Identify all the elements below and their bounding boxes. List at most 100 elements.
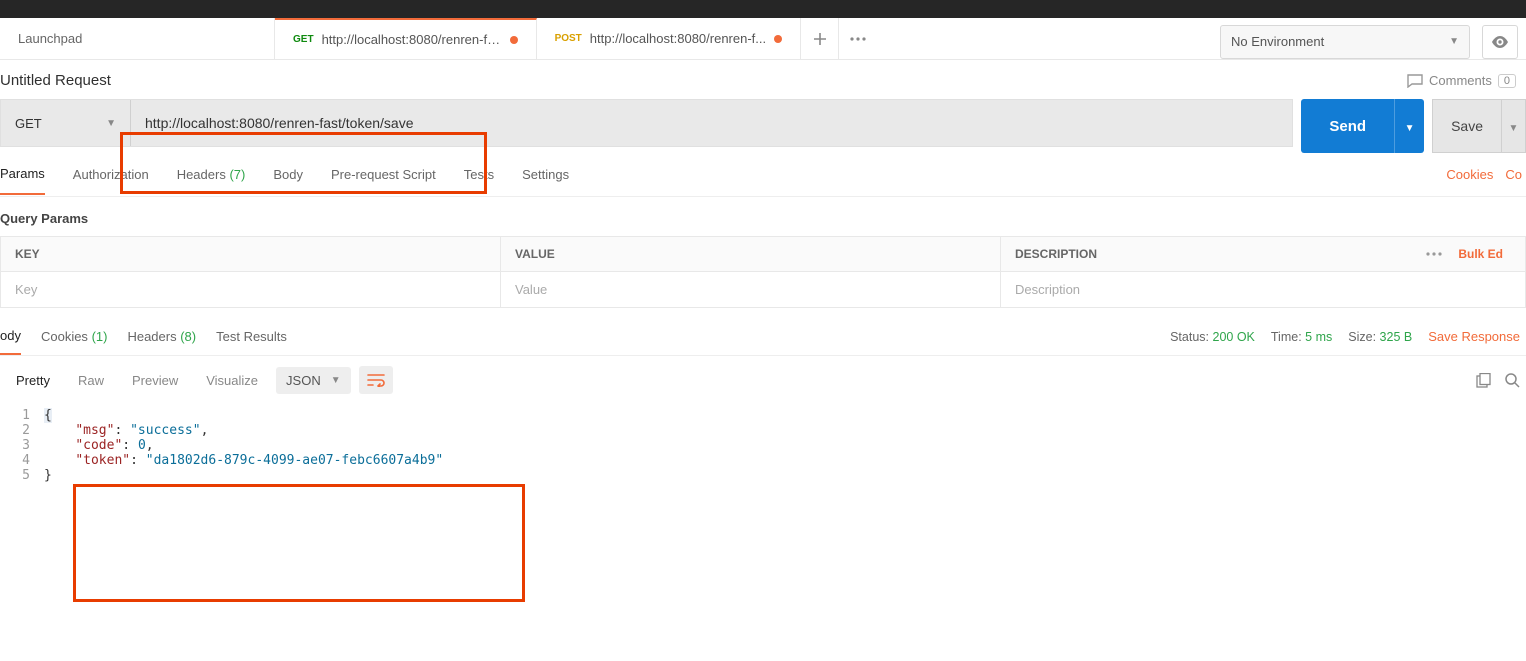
col-value-header: VALUE xyxy=(501,237,1001,271)
search-icon[interactable] xyxy=(1505,373,1520,388)
cookies-count: (1) xyxy=(92,329,108,344)
lineno: 1 xyxy=(0,408,44,423)
tab-headers[interactable]: Headers (7) xyxy=(177,155,246,194)
headers-count: (7) xyxy=(229,167,245,182)
tab-method: GET xyxy=(293,34,314,45)
col-key-header: KEY xyxy=(1,237,501,271)
request-tabs: Params Authorization Headers (7) Body Pr… xyxy=(0,153,1526,197)
param-value-input[interactable] xyxy=(501,272,1000,307)
tab-prerequest[interactable]: Pre-request Script xyxy=(331,155,436,194)
viewer-raw[interactable]: Raw xyxy=(68,368,114,393)
code-line: 3 "code": 0, xyxy=(0,438,1526,453)
viewer-pretty[interactable]: Pretty xyxy=(6,368,60,393)
tab-tests[interactable]: Tests xyxy=(464,155,494,194)
tab-label: Headers xyxy=(177,167,226,182)
comments-label: Comments xyxy=(1429,73,1492,88)
environment-select[interactable]: No Environment ▼ xyxy=(1220,25,1470,59)
request-title[interactable]: Untitled Request xyxy=(0,72,111,89)
environment-bar: No Environment ▼ xyxy=(1220,18,1526,59)
tab-overflow-button[interactable] xyxy=(839,18,877,59)
viewer-right-actions xyxy=(1476,373,1520,388)
param-key-input[interactable] xyxy=(1,272,500,307)
viewer-preview[interactable]: Preview xyxy=(122,368,188,393)
headers-count: (8) xyxy=(180,329,196,344)
save-button[interactable]: Save xyxy=(1432,99,1502,153)
param-desc-input[interactable] xyxy=(1001,272,1525,307)
chevron-down-icon: ▼ xyxy=(1509,123,1519,134)
method-select[interactable]: GET ▼ xyxy=(1,100,131,146)
col-desc-header: DESCRIPTION Bulk Ed xyxy=(1001,237,1525,271)
response-tabs: ody Cookies (1) Headers (8) Test Results… xyxy=(0,318,1526,356)
params-row xyxy=(1,272,1525,307)
resp-tab-body[interactable]: ody xyxy=(0,328,21,355)
tab-method: POST xyxy=(555,33,582,44)
url-input-wrap xyxy=(131,100,1292,146)
new-tab-button[interactable] xyxy=(801,18,839,59)
cookies-link[interactable]: Cookies xyxy=(1446,167,1493,182)
url-input[interactable] xyxy=(145,115,1278,131)
wrap-lines-button[interactable] xyxy=(359,366,393,394)
size-value: 325 B xyxy=(1380,330,1413,344)
code-line: 4 "token": "da1802d6-879c-4099-ae07-febc… xyxy=(0,453,1526,468)
params-table: KEY VALUE DESCRIPTION Bulk Ed xyxy=(0,236,1526,308)
status-group: Status: 200 OK xyxy=(1170,330,1255,344)
unsaved-dot-icon xyxy=(510,36,518,44)
lineno: 4 xyxy=(0,453,44,468)
code-link[interactable]: Co xyxy=(1505,167,1522,182)
code-line: 5 } xyxy=(0,468,1526,483)
comments-button[interactable]: Comments 0 xyxy=(1407,73,1516,88)
viewer-toolbar: Pretty Raw Preview Visualize JSON ▼ xyxy=(0,356,1526,404)
viewer-visualize[interactable]: Visualize xyxy=(196,368,268,393)
tab-settings[interactable]: Settings xyxy=(522,155,569,194)
comments-count: 0 xyxy=(1498,74,1516,88)
viewer-format-select[interactable]: JSON ▼ xyxy=(276,367,351,394)
tab-authorization[interactable]: Authorization xyxy=(73,155,149,194)
environment-label: No Environment xyxy=(1231,34,1324,49)
tab-launchpad[interactable]: Launchpad xyxy=(0,18,275,59)
chevron-down-icon: ▼ xyxy=(106,118,116,129)
response-body-editor[interactable]: 1 { 2 "msg": "success", 3 "code": 0, 4 "… xyxy=(0,404,1526,503)
format-label: JSON xyxy=(286,373,321,388)
chevron-down-icon: ▼ xyxy=(331,375,341,386)
save-response-link[interactable]: Save Response xyxy=(1428,329,1520,344)
tab-title: http://localhost:8080/renren-fa... xyxy=(322,32,502,47)
bulk-edit-link[interactable]: Bulk Ed xyxy=(1458,247,1503,261)
resp-tab-test-results[interactable]: Test Results xyxy=(216,329,287,354)
time-group: Time: 5 ms xyxy=(1271,330,1332,344)
tab-body[interactable]: Body xyxy=(273,155,303,194)
request-title-row: Untitled Request Comments 0 xyxy=(0,60,1526,99)
params-header: KEY VALUE DESCRIPTION Bulk Ed xyxy=(1,237,1525,272)
copy-icon[interactable] xyxy=(1476,373,1491,388)
tab-label: Headers xyxy=(127,329,176,344)
more-icon[interactable] xyxy=(1426,252,1442,256)
tabs-row: Launchpad GET http://localhost:8080/renr… xyxy=(0,18,1526,60)
save-group: Save ▼ xyxy=(1432,99,1526,153)
lineno: 3 xyxy=(0,438,44,453)
method-label: GET xyxy=(15,116,42,131)
tab-params[interactable]: Params xyxy=(0,154,45,195)
url-row: GET ▼ xyxy=(0,99,1293,147)
chevron-down-icon: ▼ xyxy=(1449,36,1459,47)
window-titlebar xyxy=(0,0,1526,18)
lineno: 5 xyxy=(0,468,44,483)
lineno: 2 xyxy=(0,423,44,438)
send-button[interactable]: Send xyxy=(1301,99,1394,153)
save-options-button[interactable]: ▼ xyxy=(1502,99,1526,153)
chevron-down-icon: ▼ xyxy=(1405,123,1415,134)
tab-request-1[interactable]: GET http://localhost:8080/renren-fa... xyxy=(275,18,537,59)
tab-request-2[interactable]: POST http://localhost:8080/renren-f... xyxy=(537,18,802,59)
size-group: Size: 325 B xyxy=(1348,330,1412,344)
desc-header-label: DESCRIPTION xyxy=(1015,247,1097,261)
status-value: 200 OK xyxy=(1213,330,1255,344)
unsaved-dot-icon xyxy=(774,35,782,43)
header-actions: Bulk Ed xyxy=(1426,247,1511,261)
response-meta: Status: 200 OK Time: 5 ms Size: 325 B Sa… xyxy=(1170,329,1520,354)
request-tabs-right: Cookies Co xyxy=(1446,167,1526,182)
time-value: 5 ms xyxy=(1305,330,1332,344)
resp-tab-cookies[interactable]: Cookies (1) xyxy=(41,329,107,354)
code-line: 2 "msg": "success", xyxy=(0,423,1526,438)
send-group: Send ▼ xyxy=(1301,99,1424,153)
send-options-button[interactable]: ▼ xyxy=(1394,99,1424,153)
environment-preview-button[interactable] xyxy=(1482,25,1518,59)
resp-tab-headers[interactable]: Headers (8) xyxy=(127,329,196,354)
